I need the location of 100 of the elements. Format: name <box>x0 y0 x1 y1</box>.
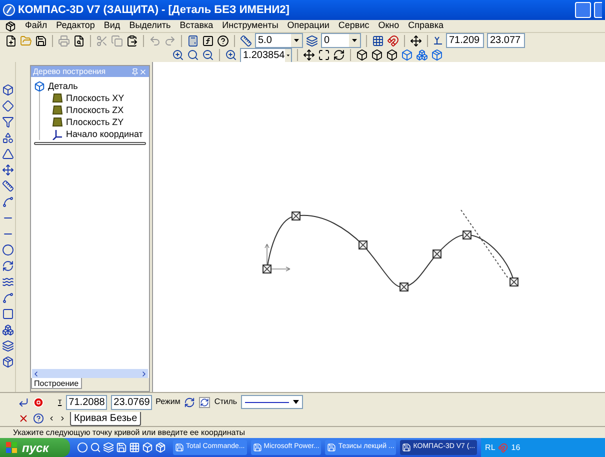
step-combo[interactable]: 5.0 <box>255 33 303 48</box>
zoom-in-icon[interactable] <box>172 49 184 61</box>
funnel-icon[interactable] <box>2 116 14 128</box>
zoom-icon[interactable] <box>187 49 199 61</box>
menu-item[interactable]: Окно <box>378 19 400 33</box>
preview-icon[interactable] <box>73 34 85 46</box>
cube-icon[interactable] <box>356 49 368 61</box>
fit-icon[interactable] <box>318 49 330 61</box>
help-icon[interactable] <box>33 413 44 424</box>
paste-icon[interactable] <box>126 34 138 46</box>
cube-icon[interactable] <box>386 49 398 61</box>
scroll-right-icon[interactable] <box>140 370 148 378</box>
plane-icon <box>52 117 63 127</box>
layer-icon[interactable] <box>306 34 318 46</box>
x-coordinate-field[interactable]: 71.209 <box>446 33 484 48</box>
menu-item[interactable]: Выделить <box>129 19 171 33</box>
zoom-scale-icon[interactable] <box>225 49 237 61</box>
menu-item[interactable]: Редактор <box>56 19 95 33</box>
tab-left-icon[interactable] <box>48 415 55 422</box>
tree-item[interactable]: Плоскость ZX <box>66 104 124 116</box>
zoom-combo[interactable]: 1.203854 <box>240 48 292 62</box>
mode-label: Режим <box>156 396 180 408</box>
cube-icon[interactable] <box>371 49 383 61</box>
maximize-button[interactable] <box>594 2 602 18</box>
shapes-icon[interactable] <box>2 132 14 144</box>
menu-item[interactable]: Сервис <box>338 19 370 33</box>
ruler-icon[interactable] <box>2 180 14 192</box>
curve-point-marker[interactable] <box>510 278 518 286</box>
quick-launch-icon[interactable] <box>103 442 114 453</box>
point-label: т <box>58 396 62 408</box>
quick-launch-icon[interactable] <box>90 442 101 453</box>
calculator-icon[interactable] <box>187 34 199 46</box>
rotate-icon[interactable] <box>333 49 345 61</box>
axes-drawing <box>264 244 290 272</box>
tab-right-icon[interactable] <box>59 415 66 422</box>
quick-launch-icon[interactable] <box>155 442 166 453</box>
start-button[interactable]: пуск <box>0 438 70 457</box>
menu-item[interactable]: Вид <box>104 19 120 33</box>
magnet-icon[interactable] <box>387 34 399 46</box>
curve-point-marker[interactable] <box>432 250 442 258</box>
curve-point-marker[interactable] <box>292 212 300 220</box>
curve-point-marker[interactable] <box>358 240 368 250</box>
command-tab[interactable]: Кривая Безье <box>70 412 142 426</box>
rectangle-icon[interactable] <box>2 308 14 320</box>
help-icon[interactable] <box>217 34 229 46</box>
circle-icon[interactable] <box>2 244 14 256</box>
wave-icon[interactable] <box>2 276 14 288</box>
menu-item[interactable]: Справка <box>408 19 444 33</box>
curve-point-marker[interactable] <box>400 282 408 292</box>
tree-item[interactable]: Деталь <box>48 80 78 92</box>
triangle-icon[interactable] <box>2 148 14 160</box>
layers-icon[interactable] <box>2 340 14 352</box>
pan-icon[interactable] <box>303 49 315 61</box>
function-icon[interactable] <box>202 34 214 46</box>
line-style-combo[interactable] <box>241 395 304 409</box>
style-label: Стиль <box>214 396 238 408</box>
cube-icon[interactable] <box>2 84 14 96</box>
enter-icon[interactable] <box>18 396 29 408</box>
windows-logo-icon <box>6 442 18 454</box>
package-icon[interactable] <box>2 356 14 368</box>
minimize-button[interactable] <box>575 2 591 18</box>
zoom-out-icon[interactable] <box>202 49 214 61</box>
panel-title: Дерево построения <box>33 66 106 78</box>
diamond-icon[interactable] <box>2 100 14 112</box>
quick-launch-icon[interactable] <box>116 442 127 453</box>
panel-tab[interactable]: Построение <box>31 378 82 389</box>
scroll-left-icon[interactable] <box>32 370 40 378</box>
save-icon[interactable] <box>35 34 47 46</box>
menu-item[interactable]: Файл <box>25 19 48 33</box>
curve-point-marker[interactable] <box>262 264 272 274</box>
x-value-field[interactable]: 71.2088 <box>66 394 107 410</box>
cubes-icon[interactable] <box>416 49 428 61</box>
grid-icon[interactable] <box>372 34 384 46</box>
bezier-curve-icon[interactable] <box>2 292 14 304</box>
clock: 16 <box>511 442 520 454</box>
y-value-field[interactable]: 23.0769 <box>110 394 152 410</box>
new-document-icon[interactable] <box>5 34 17 46</box>
tree-item[interactable]: Плоскость XY <box>66 92 124 104</box>
window-title: КОМПАС-3D V7 (ЗАЩИТА) - [Деталь БЕЗ ИМЕНИ2] <box>18 2 290 18</box>
quick-launch-icon[interactable] <box>129 442 140 453</box>
tree-item[interactable]: Плоскость ZY <box>66 116 124 128</box>
layer-combo[interactable]: 0 <box>321 33 361 48</box>
menu-item[interactable]: Операции <box>287 19 330 33</box>
status-text: Укажите следующую точку кривой или введите ее координаты <box>13 426 245 438</box>
menu-item[interactable]: Инструменты <box>222 19 278 33</box>
quick-launch-icon[interactable] <box>142 442 153 453</box>
y-coordinate-field[interactable]: 23.077 <box>487 33 525 48</box>
horizontal-scrollbar[interactable] <box>32 369 148 378</box>
tree-item[interactable]: Начало координат <box>66 128 143 140</box>
quick-launch-icon[interactable] <box>77 442 88 453</box>
menu-item[interactable]: Вставка <box>180 19 214 33</box>
spline-icon[interactable] <box>2 196 14 208</box>
curve-point-marker[interactable] <box>462 230 472 240</box>
part-icon <box>34 80 45 92</box>
package-icon[interactable] <box>431 49 443 61</box>
cubes-icon[interactable] <box>2 324 14 336</box>
move-icon[interactable] <box>2 164 14 176</box>
stop-icon[interactable] <box>33 396 44 408</box>
app-logo-icon <box>3 4 15 16</box>
cross-icon[interactable] <box>18 413 29 424</box>
